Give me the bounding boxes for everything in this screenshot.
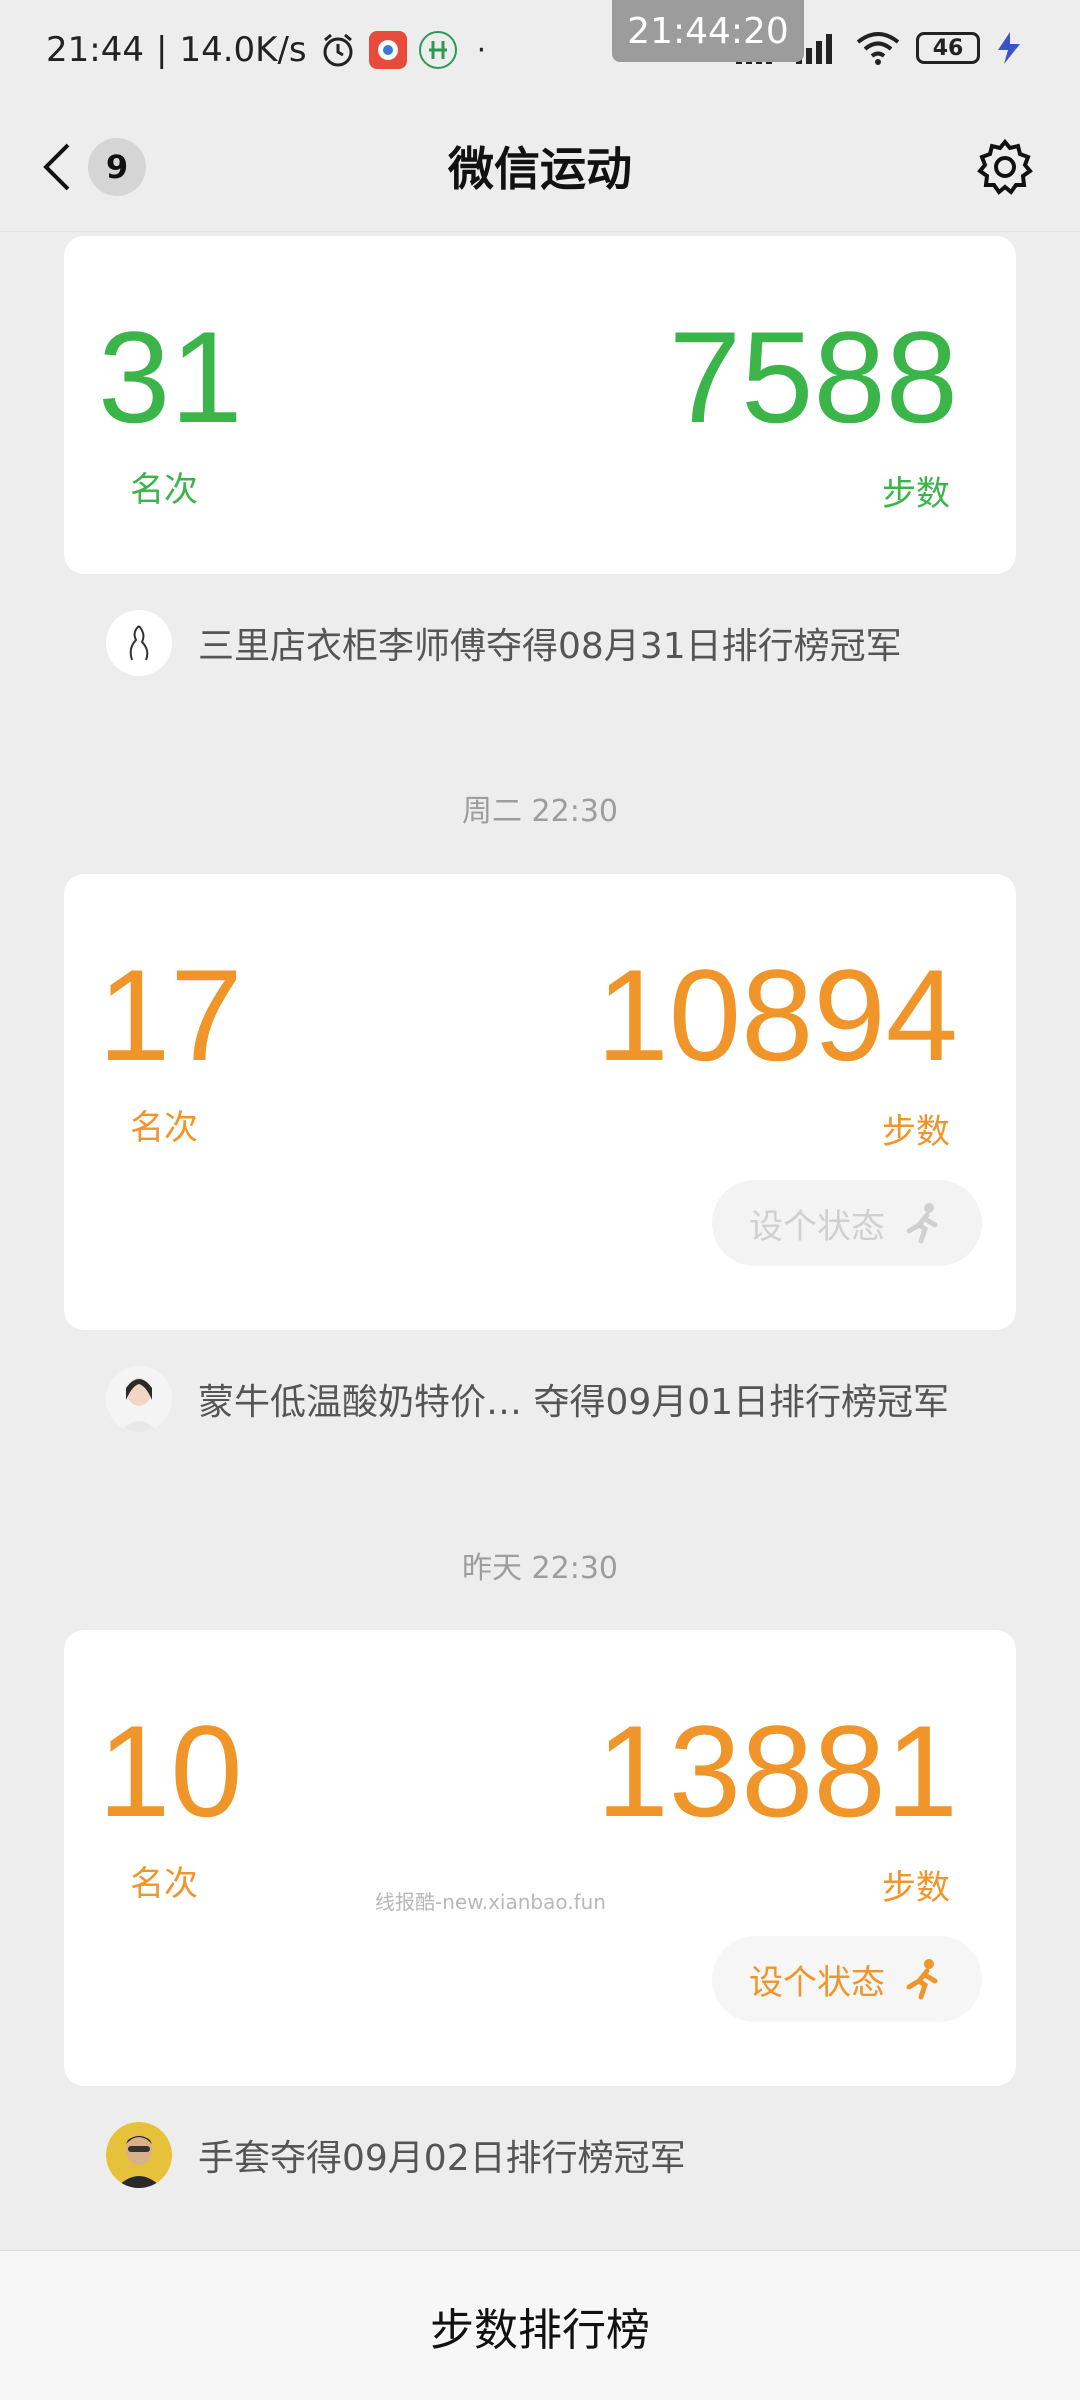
- walking-person-icon: [906, 1959, 938, 2000]
- champion-text: 蒙牛低温酸奶特价… 夺得09月01日排行榜冠军: [198, 1382, 950, 1423]
- rank-card-1[interactable]: 31 名次 7588 步数: [64, 236, 1016, 574]
- leaderboard-bar[interactable]: 步数排行榜: [0, 2250, 1080, 2400]
- champion-row-1[interactable]: 三里店衣柜李师傅夺得08月31日排行榜冠军: [106, 610, 902, 676]
- steps-label: 步数: [882, 1112, 950, 1152]
- rank-label: 名次: [130, 1864, 198, 1904]
- walking-person-icon: [906, 1203, 938, 1244]
- champion-row-2[interactable]: 蒙牛低温酸奶特价… 夺得09月01日排行榜冠军: [106, 1366, 949, 1432]
- champion-text: 手套夺得09月02日排行榜冠军: [198, 2138, 686, 2179]
- status-time: 21:44: [46, 30, 144, 70]
- steps-label: 步数: [882, 474, 950, 514]
- rank-number: 10: [98, 1698, 243, 1844]
- steps-label: 步数: [882, 1868, 950, 1908]
- unread-badge: 9: [88, 138, 146, 196]
- rank-card-2[interactable]: 17 名次 10894 步数 设个状态: [64, 874, 1016, 1330]
- dot-icon: ·: [476, 32, 487, 68]
- back-button[interactable]: 9: [40, 138, 146, 196]
- timestamp: 昨天 22:30: [462, 1551, 618, 1586]
- set-status-label: 设个状态: [749, 1206, 885, 1247]
- back-icon: [43, 143, 70, 191]
- app-icon-2: [418, 31, 457, 69]
- clock-overlay: 21:44:20: [612, 0, 804, 62]
- avatar: [106, 2122, 172, 2188]
- network-speed: 14.0K/s: [179, 30, 307, 70]
- set-status-button[interactable]: 设个状态: [712, 1936, 982, 2022]
- avatar: [106, 1366, 172, 1432]
- leaderboard-button[interactable]: 步数排行榜: [430, 2294, 650, 2358]
- watermark: 线报酷-new.xianbao.fun: [375, 1890, 606, 1914]
- rank-card-3[interactable]: 10 名次 13881 步数 设个状态: [64, 1630, 1016, 2086]
- steps-number: 13881: [596, 1698, 959, 1844]
- rank-number: 17: [98, 942, 243, 1088]
- gear-icon: [977, 138, 1033, 195]
- header: 9 微信运动: [0, 100, 1080, 232]
- app-icon-1: [368, 31, 407, 69]
- avatar: [106, 610, 172, 676]
- champion-row-3[interactable]: 手套夺得09月02日排行榜冠军: [106, 2122, 686, 2188]
- alarm-icon: [319, 31, 357, 69]
- wifi-icon: [856, 32, 900, 65]
- status-bar: 21:44 | 14.0K/s · 46: [0, 0, 1080, 100]
- set-status-label: 设个状态: [749, 1962, 885, 2003]
- status-divider: |: [155, 30, 168, 70]
- timestamp: 周二 22:30: [462, 794, 618, 829]
- page-title: 微信运动: [448, 141, 632, 196]
- steps-number: 7588: [668, 304, 958, 450]
- rank-label: 名次: [130, 1108, 198, 1148]
- charging-icon: [998, 32, 1020, 64]
- steps-number: 10894: [596, 942, 959, 1088]
- set-status-button[interactable]: 设个状态: [712, 1180, 982, 1266]
- battery-icon: 46: [916, 32, 980, 64]
- champion-text: 三里店衣柜李师傅夺得08月31日排行榜冠军: [198, 626, 902, 667]
- status-left: 21:44 | 14.0K/s ·: [46, 30, 486, 70]
- rank-number: 31: [98, 304, 243, 450]
- rank-label: 名次: [130, 470, 198, 510]
- settings-button[interactable]: [976, 138, 1034, 196]
